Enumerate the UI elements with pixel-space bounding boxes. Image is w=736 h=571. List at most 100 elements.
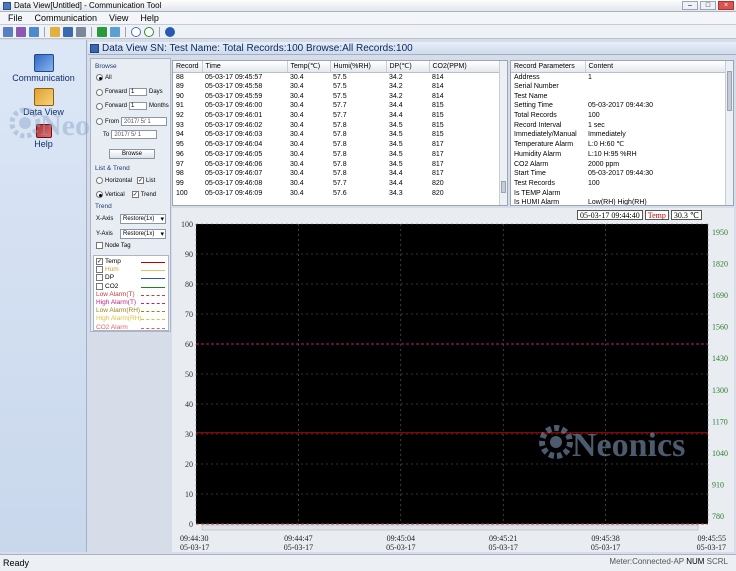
table-row[interactable]: 88 05-03-17 09:45:57 30.4 57.5 34.2 814	[173, 72, 501, 82]
parameters-table: Record Parameters Content Address 1 Serial …	[510, 60, 734, 206]
list-checkbox[interactable]: ✓	[137, 177, 145, 184]
xaxis-row: X-Axis Restore(1x)	[96, 214, 166, 224]
y2-tick-label: 1560	[712, 323, 728, 332]
table-row[interactable]: 90 05-03-17 09:45:59 30.4 57.5 34.2 814	[173, 91, 501, 101]
chart-hscrollbar[interactable]	[201, 524, 699, 531]
menu-communication[interactable]: Communication	[35, 13, 98, 23]
x-tick-date: 05-03-17	[284, 543, 313, 552]
status-right: Meter:Connected-AP NUM SCRL	[609, 557, 728, 566]
legend-checkbox[interactable]	[96, 266, 103, 274]
table-row[interactable]: 96 05-03-17 09:46:05 30.4 57.8 34.5 817	[173, 150, 501, 160]
trend-chart[interactable]: 0 10 20 30 40 50 60 70 80 90 100 780 910 1040 1170 130…	[172, 208, 734, 552]
table-cell: 817	[432, 170, 444, 178]
to-date-picker[interactable]: 2017/ 5/ 1	[111, 130, 158, 139]
table-row[interactable]: 98 05-03-17 09:46:07 30.4 57.8 34.4 817	[173, 169, 501, 179]
menu-file[interactable]: File	[8, 13, 23, 23]
radio-forward-days[interactable]: Forward 1 Days	[96, 88, 163, 96]
excel-export-icon[interactable]	[97, 26, 107, 37]
disk-icon[interactable]	[63, 26, 73, 37]
table-cell: 34.4	[389, 179, 403, 187]
radio-forward-months[interactable]: Forward 1 Months	[96, 102, 169, 110]
forward-months-input[interactable]: 1	[129, 102, 148, 110]
menu-view[interactable]: View	[109, 13, 128, 23]
parameter-cell: CO2 Alarm	[514, 160, 549, 168]
table-cell: 05-03-17 09:46:00	[205, 102, 263, 110]
y2-tick-label: 910	[712, 480, 724, 489]
table-row[interactable]: 97 05-03-17 09:46:06 30.4 57.8 34.5 817	[173, 159, 501, 169]
records-column-header[interactable]: Temp(℃)	[287, 61, 331, 73]
records-column-header[interactable]: DP(℃)	[386, 61, 430, 73]
minimize-button[interactable]: –	[682, 1, 698, 10]
save-icon[interactable]	[29, 26, 39, 37]
print-icon[interactable]	[76, 26, 86, 37]
nav-communication[interactable]: Communication	[0, 54, 87, 83]
parameter-cell: L:0 H:60 ℃	[588, 141, 625, 149]
yaxis-select[interactable]: Restore(1x)	[120, 229, 166, 239]
legend-checkbox[interactable]	[96, 274, 103, 282]
table-row[interactable]: 91 05-03-17 09:46:00 30.4 57.7 34.4 815	[173, 101, 501, 111]
parameters-scrollbar[interactable]	[725, 61, 733, 205]
radio-all[interactable]: All	[96, 74, 112, 81]
table-cell: 817	[432, 141, 444, 149]
table-row[interactable]: 99 05-03-17 09:46:08 30.4 57.7 34.4 820	[173, 179, 501, 189]
records-column-header[interactable]: Time	[202, 61, 288, 73]
legend-item[interactable]: CO2	[96, 282, 118, 290]
list-trend-group-label: List & Trend	[95, 165, 130, 172]
from-date-picker[interactable]: 2017/ 5/ 1	[121, 117, 167, 126]
parameters-column-header[interactable]: Content	[585, 61, 728, 73]
forward-days-input[interactable]: 1	[129, 88, 148, 96]
records-scrollbar[interactable]	[499, 61, 507, 205]
zoom-icon[interactable]	[131, 26, 141, 37]
close-button[interactable]: ×	[718, 1, 734, 10]
table-cell: 815	[432, 131, 444, 139]
table-row[interactable]: 94 05-03-17 09:46:03 30.4 57.8 34.5 815	[173, 130, 501, 140]
table-row[interactable]: 89 05-03-17 09:45:58 30.4 57.5 34.2 814	[173, 82, 501, 92]
table-cell: 92	[176, 112, 184, 120]
y2-tick-label: 1820	[712, 260, 728, 269]
y2-tick-label: 1040	[712, 449, 728, 458]
table-cell: 57.8	[333, 121, 347, 129]
trend-checkbox[interactable]: ✓	[131, 191, 139, 198]
table-cell: 30.4	[290, 189, 304, 197]
table-row[interactable]: 93 05-03-17 09:46:02 30.4 57.8 34.5 815	[173, 120, 501, 130]
menu-help[interactable]: Help	[140, 13, 159, 23]
parameter-row: Test Records 100	[511, 179, 727, 189]
legend-item[interactable]: ✓ Temp	[96, 258, 121, 265]
open-folder-icon[interactable]	[50, 26, 60, 37]
table-row[interactable]: 92 05-03-17 09:46:01 30.4 57.7 34.4 815	[173, 111, 501, 121]
legend-checkbox[interactable]: ✓	[96, 258, 103, 265]
view-icon[interactable]	[16, 26, 26, 37]
parameter-row: Is TEMP Alarm	[511, 188, 727, 198]
radio-from[interactable]: From 2017/ 5/ 1	[96, 117, 167, 126]
maximize-button[interactable]: □	[700, 1, 716, 10]
records-column-header[interactable]: Humi(%RH)	[330, 61, 387, 73]
table-row[interactable]: 100 05-03-17 09:46:09 30.4 57.6 34.3 820	[173, 188, 501, 198]
table-cell: 57.8	[333, 160, 347, 168]
legend-checkbox[interactable]	[96, 282, 103, 290]
refresh-icon[interactable]	[144, 26, 154, 37]
chart-export-icon[interactable]	[110, 26, 120, 37]
legend-item[interactable]: Hum	[96, 266, 119, 274]
help-icon[interactable]	[165, 26, 175, 37]
node-tag-checkbox[interactable]: Node Tag	[96, 242, 131, 249]
table-cell: 96	[176, 150, 184, 158]
parameter-row: Total Records 100	[511, 111, 727, 121]
table-row[interactable]: 95 05-03-17 09:46:04 30.4 57.8 34.5 817	[173, 140, 501, 150]
legend-item[interactable]: DP	[96, 274, 114, 282]
table-cell: 57.6	[333, 189, 347, 197]
records-column-header[interactable]: CO2(PPM)	[429, 61, 502, 73]
radio-vertical[interactable]: Vertical ✓ Trend	[96, 191, 156, 198]
radio-horizontal[interactable]: Horizontal ✓ List	[96, 177, 155, 184]
y2-tick-label: 780	[712, 512, 724, 521]
grid-icon[interactable]	[3, 26, 13, 37]
xaxis-select[interactable]: Restore(1x)	[120, 214, 166, 224]
parameter-row: Setting Time 05-03-2017 09:44:30	[511, 101, 727, 111]
browse-button[interactable]: Browse	[109, 149, 155, 159]
trend-chart-area: 05-03-17 09:44:40 Temp 30.3 ℃ 0 10 20 30 40 5…	[172, 208, 734, 552]
legend-swatch	[141, 278, 165, 280]
parameters-column-header[interactable]: Record Parameters	[511, 61, 586, 73]
data-view-header-icon	[90, 43, 99, 53]
table-cell: 94	[176, 131, 184, 139]
records-column-header[interactable]: Record	[173, 61, 203, 73]
browse-panel: Browse All Forward 1 Days Forward 1 Mont…	[90, 58, 171, 332]
